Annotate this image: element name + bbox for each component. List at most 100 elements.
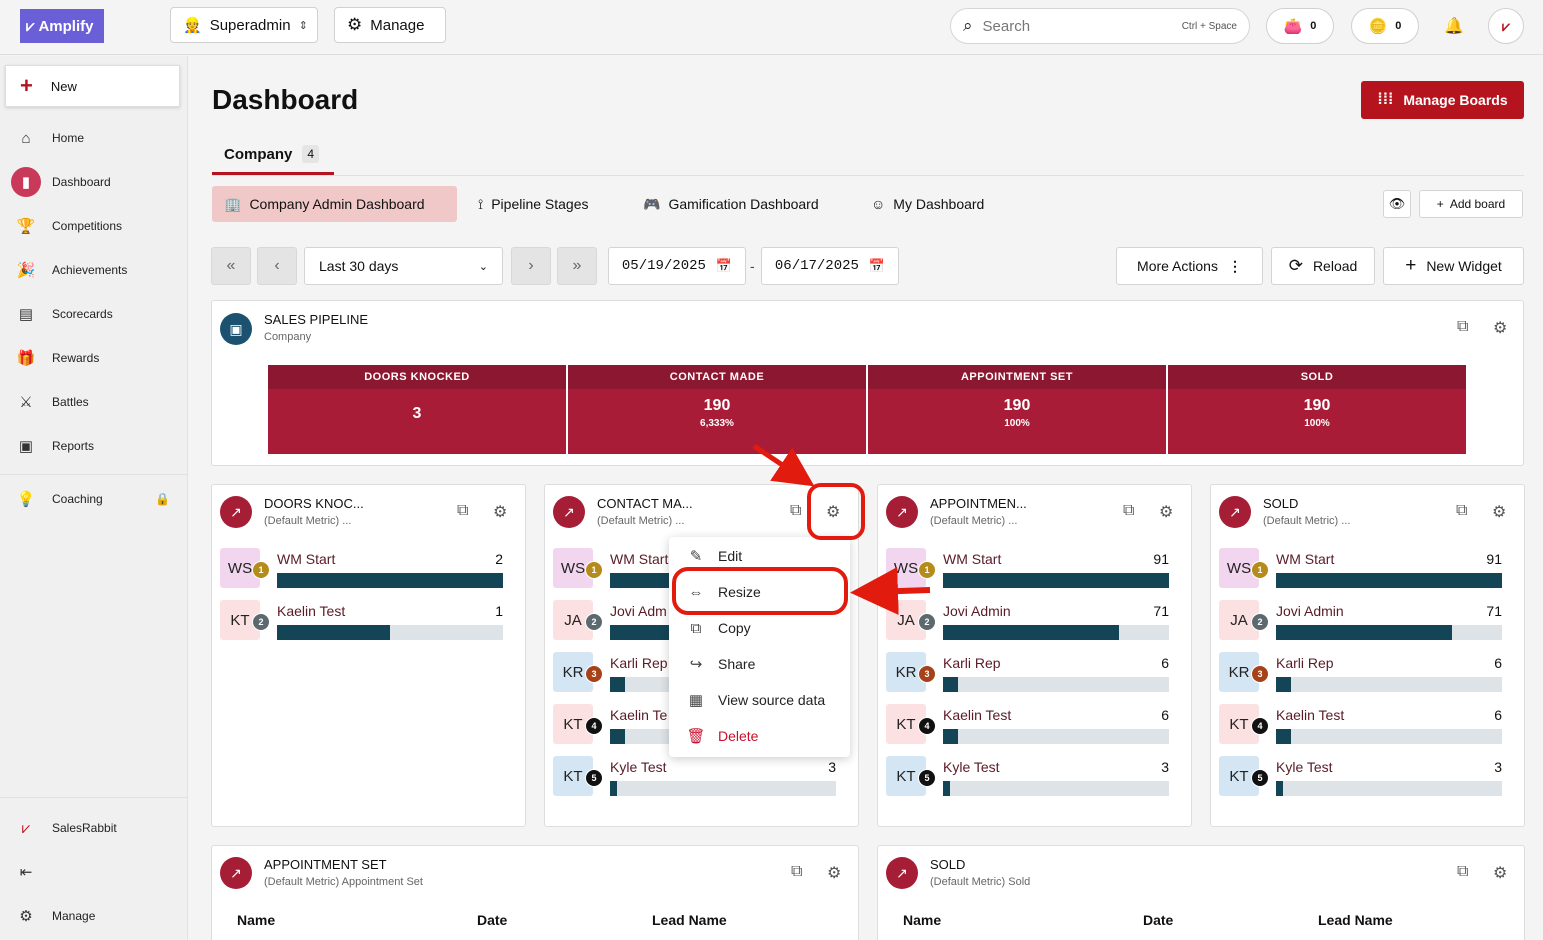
last-period-button[interactable]: » xyxy=(557,247,597,285)
avatar[interactable]: ⩗ xyxy=(1488,8,1524,44)
list-item[interactable]: KT 5 Kyle Test 3 xyxy=(553,756,836,796)
subtab-pipeline-stages[interactable]: ⟟ Pipeline Stages xyxy=(466,186,601,222)
leaderboard-subtitle: (Default Metric) ... xyxy=(597,515,685,527)
wallet-button[interactable]: 👛 0 xyxy=(1266,8,1334,44)
sidebar-item-rewards[interactable]: 🎁 Rewards xyxy=(0,340,188,376)
visibility-toggle-button[interactable]: 👁 xyxy=(1383,190,1411,218)
tab-company[interactable]: Company 4 xyxy=(224,145,320,163)
sidebar-item-competitions[interactable]: 🏆 Competitions xyxy=(0,208,188,244)
more-actions-button[interactable]: More Actions ⋮ xyxy=(1116,247,1263,285)
subtab-gamification-dashboard[interactable]: 🎮 Gamification Dashboard xyxy=(631,186,831,222)
search-placeholder: Search xyxy=(982,17,1031,35)
vertical-dots-icon: ⋮ xyxy=(1227,257,1242,274)
progress-bar xyxy=(610,781,836,796)
list-item[interactable]: KT 5 Kyle Test 3 xyxy=(1219,756,1502,796)
rank-badge: 5 xyxy=(585,769,603,787)
coins-count: 0 xyxy=(1395,20,1402,32)
progress-bar-fill xyxy=(610,781,618,796)
gift-icon: 🎁 xyxy=(16,350,36,367)
manage-button[interactable]: ⚙ Manage xyxy=(334,7,446,43)
rep-name: Kyle Test xyxy=(943,759,1000,775)
role-switcher[interactable]: 👷 Superadmin ⇕ xyxy=(170,7,318,43)
new-button[interactable]: + New xyxy=(5,65,180,107)
menu-item-share[interactable]: ↪ Share xyxy=(669,646,850,682)
gamepad-icon: 🎮 xyxy=(643,195,661,212)
widget-settings-icon[interactable]: ⚙ xyxy=(827,863,841,883)
stage-name: SOLD xyxy=(1168,365,1466,389)
widget-move-icon[interactable]: ⧉ xyxy=(457,502,468,520)
collapse-sidebar-button[interactable]: ⇤ xyxy=(0,854,188,890)
widget-settings-icon[interactable]: ⚙ xyxy=(1493,863,1507,883)
widget-move-icon[interactable]: ⧉ xyxy=(1456,502,1467,520)
widget-settings-icon[interactable]: ⚙ xyxy=(1493,318,1507,338)
new-widget-label: New Widget xyxy=(1426,258,1502,274)
double-chevron-right-icon: » xyxy=(572,257,582,274)
column-header-date[interactable]: Date xyxy=(1143,912,1173,928)
add-board-button[interactable]: + Add board xyxy=(1419,190,1523,218)
previous-period-button[interactable]: ‹ xyxy=(257,247,297,285)
stage-value: 190 xyxy=(1003,397,1031,414)
menu-item-delete[interactable]: 🗑 Delete xyxy=(669,718,850,754)
stage-value: 3 xyxy=(412,405,422,422)
home-icon: ⌂ xyxy=(21,129,31,147)
bell-icon[interactable]: 🔔 xyxy=(1444,16,1464,36)
pipeline-stage: DOORS KNOCKED 3 xyxy=(268,365,566,454)
subtab-company-admin-dashboard[interactable]: 🏢 Company Admin Dashboard xyxy=(212,186,457,222)
sidebar-item-home[interactable]: ⌂ Home xyxy=(0,120,188,156)
column-header-name[interactable]: Name xyxy=(903,912,941,928)
column-header-lead-name[interactable]: Lead Name xyxy=(1318,912,1393,928)
progress-bar xyxy=(943,677,1169,692)
widget-settings-icon[interactable]: ⚙ xyxy=(1492,502,1506,522)
list-item[interactable]: JA 2 Jovi Admin 71 xyxy=(1219,600,1502,640)
table-card xyxy=(877,845,1525,940)
sidebar-item-achievements[interactable]: 🎉 Achievements xyxy=(0,252,188,288)
column-header-date[interactable]: Date xyxy=(477,912,507,928)
list-item[interactable]: WS 1 WM Start 91 xyxy=(1219,548,1502,588)
start-date-field[interactable]: 05/19/2025 📅 xyxy=(608,247,746,285)
list-item[interactable]: KR 3 Karli Rep 6 xyxy=(886,652,1169,692)
subtab-my-dashboard[interactable]: ☺ My Dashboard xyxy=(859,186,996,222)
sidebar-item-coaching[interactable]: 💡 Coaching 🔒 xyxy=(0,481,188,517)
amplify-logo[interactable]: ⩗ Amplify xyxy=(20,9,104,43)
pipeline-stage: SOLD 190 100% xyxy=(1168,365,1466,454)
widget-settings-icon[interactable]: ⚙ xyxy=(493,502,507,522)
salesrabbit-link[interactable]: ⩗ SalesRabbit xyxy=(0,810,188,846)
coins-button[interactable]: 🪙 0 xyxy=(1351,8,1419,44)
column-header-name[interactable]: Name xyxy=(237,912,275,928)
end-date-field[interactable]: 06/17/2025 📅 xyxy=(761,247,899,285)
manage-boards-button[interactable]: ⁞⁞⁞ Manage Boards xyxy=(1361,81,1524,119)
widget-settings-icon[interactable]: ⚙ xyxy=(1159,502,1173,522)
first-period-button[interactable]: « xyxy=(211,247,251,285)
sidebar-item-dashboard[interactable]: ▮ Dashboard xyxy=(0,164,188,200)
reload-button[interactable]: ⟳ Reload xyxy=(1271,247,1375,285)
list-item[interactable]: KR 3 Karli Rep 6 xyxy=(1219,652,1502,692)
list-item[interactable]: KT 4 Kaelin Test 6 xyxy=(1219,704,1502,744)
date-separator: - xyxy=(750,258,755,274)
list-item[interactable]: WS 1 WM Start 2 xyxy=(220,548,503,588)
widget-move-icon[interactable]: ⧉ xyxy=(1457,318,1468,336)
list-item[interactable]: KT 5 Kyle Test 3 xyxy=(886,756,1169,796)
menu-item-view-source-data[interactable]: ▦ View source data xyxy=(669,682,850,718)
stage-name: APPOINTMENT SET xyxy=(868,365,1166,389)
progress-bar-fill xyxy=(943,677,958,692)
column-header-lead-name[interactable]: Lead Name xyxy=(652,912,727,928)
sidebar-item-battles[interactable]: ⚔ Battles xyxy=(0,384,188,420)
date-range-select[interactable]: Last 30 days ⌄ xyxy=(304,247,503,285)
widget-move-icon[interactable]: ⧉ xyxy=(791,863,802,881)
sidebar-item-reports[interactable]: ▣ Reports xyxy=(0,428,188,464)
list-item[interactable]: KT 2 Kaelin Test 1 xyxy=(220,600,503,640)
calendar-icon: 📅 xyxy=(868,258,886,274)
swords-icon: ⚔ xyxy=(19,394,33,411)
copy-icon: ⧉ xyxy=(690,619,702,637)
progress-bar-fill xyxy=(943,573,1169,588)
search-input[interactable]: ⌕ Search Ctrl + Space xyxy=(950,8,1250,44)
list-item[interactable]: KT 4 Kaelin Test 6 xyxy=(886,704,1169,744)
new-widget-button[interactable]: + New Widget xyxy=(1383,247,1524,285)
sidebar-item-manage[interactable]: ⚙ Manage xyxy=(0,898,188,934)
sidebar-item-scorecards[interactable]: ▤ Scorecards xyxy=(0,296,188,332)
widget-move-icon[interactable]: ⧉ xyxy=(1457,863,1468,881)
widget-move-icon[interactable]: ⧉ xyxy=(1123,502,1134,520)
next-period-button[interactable]: › xyxy=(511,247,551,285)
rank-badge: 3 xyxy=(1251,665,1269,683)
rep-value: 3 xyxy=(1494,759,1502,775)
